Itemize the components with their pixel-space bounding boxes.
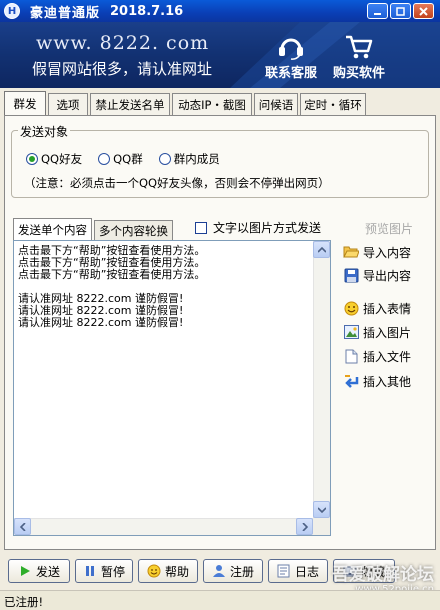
buy-software-label: 购买软件 bbox=[332, 66, 385, 81]
close-button[interactable] bbox=[413, 3, 434, 19]
send-target-group: 发送对象 QQ好友 QQ群 群内成员 （注意：必须点击一个QQ好友头像，否则会不… bbox=[11, 123, 429, 198]
banner: www. 8222. com 假冒网站很多，请认准网址 联系客服 购买软件 bbox=[0, 22, 440, 88]
register-button-label: 注册 bbox=[229, 564, 254, 579]
user-icon bbox=[212, 565, 225, 577]
minimize-icon bbox=[374, 12, 381, 15]
image-mode-label: 文字以图片方式发送 bbox=[213, 221, 322, 235]
pause-icon bbox=[85, 566, 94, 576]
export-content-label: 导出内容 bbox=[363, 268, 412, 283]
log-button-label: 日志 bbox=[294, 564, 319, 579]
send-target-options: QQ好友 QQ群 群内成员 bbox=[26, 151, 236, 167]
chevron-left-icon bbox=[19, 522, 26, 531]
log-button[interactable]: 日志 bbox=[268, 559, 328, 583]
file-icon bbox=[345, 349, 357, 363]
send-target-title: 发送对象 bbox=[18, 123, 71, 140]
insert-emoji-label: 插入表情 bbox=[363, 301, 412, 316]
tab-rotate-content[interactable]: 多个内容轮换 bbox=[94, 220, 173, 240]
cart-icon bbox=[346, 35, 373, 59]
image-mode-checkbox[interactable] bbox=[195, 221, 207, 234]
import-content-button[interactable]: 导入内容 bbox=[343, 242, 411, 262]
image-mode-option[interactable]: 文字以图片方式发送 bbox=[195, 219, 321, 236]
content-tabs: 发送单个内容 多个内容轮换 bbox=[13, 218, 175, 240]
scroll-left-button[interactable] bbox=[14, 518, 31, 535]
scroll-up-button[interactable] bbox=[313, 241, 330, 258]
vertical-scrollbar[interactable] bbox=[313, 241, 330, 518]
preview-image-button[interactable]: 预览图片 bbox=[365, 220, 413, 237]
pause-button-label: 暂停 bbox=[100, 564, 125, 579]
insert-file-button[interactable]: 插入文件 bbox=[343, 346, 411, 366]
register-button[interactable]: 注册 bbox=[203, 559, 263, 583]
radio-qq-groups-label: QQ群 bbox=[113, 152, 143, 166]
chevron-down-icon bbox=[317, 506, 326, 513]
tab-mass-send[interactable]: 群发 bbox=[4, 91, 46, 115]
send-button-label: 发送 bbox=[35, 564, 60, 579]
maximize-icon bbox=[396, 6, 405, 16]
export-content-button[interactable]: 导出内容 bbox=[343, 265, 411, 285]
minimize-button[interactable] bbox=[367, 3, 388, 19]
title-bar: H 豪迪普通版 2018.7.16 bbox=[0, 0, 440, 22]
notice-text: （注意：必须点击一个QQ好友头像，否则会不停弹出网页） bbox=[24, 176, 330, 190]
save-icon bbox=[344, 268, 358, 282]
window-controls bbox=[367, 3, 434, 19]
status-text: 已注册! bbox=[4, 595, 44, 609]
radio-group-members[interactable]: 群内成员 bbox=[158, 151, 220, 167]
chevron-right-icon bbox=[301, 522, 308, 531]
radio-group-members-label: 群内成员 bbox=[173, 152, 220, 166]
tab-single-content[interactable]: 发送单个内容 bbox=[13, 218, 92, 240]
chevron-up-icon bbox=[317, 246, 326, 253]
watermark-text: 吾爱破解论坛 bbox=[332, 565, 434, 585]
folder-open-icon bbox=[343, 246, 359, 258]
import-content-label: 导入内容 bbox=[363, 245, 412, 260]
status-bar: 已注册! bbox=[0, 590, 440, 610]
buy-software-button[interactable]: 购买软件 bbox=[326, 32, 392, 84]
insert-file-label: 插入文件 bbox=[363, 349, 412, 364]
window-version: 2018.7.16 bbox=[110, 3, 184, 19]
picture-icon bbox=[343, 325, 359, 339]
scroll-down-button[interactable] bbox=[313, 501, 330, 518]
radio-qq-groups[interactable]: QQ群 bbox=[98, 151, 143, 167]
tab-schedule[interactable]: 定时・循环 bbox=[300, 93, 366, 115]
smiley-icon bbox=[344, 301, 358, 315]
maximize-button[interactable] bbox=[390, 3, 411, 19]
pause-button[interactable]: 暂停 bbox=[75, 559, 133, 583]
insert-other-button[interactable]: 插入其他 bbox=[343, 371, 411, 391]
insert-other-label: 插入其他 bbox=[363, 374, 412, 389]
banner-url: www. 8222. com bbox=[36, 32, 210, 54]
banner-slogan: 假冒网站很多，请认准网址 bbox=[32, 60, 213, 78]
document-icon bbox=[277, 564, 290, 578]
tab-blacklist[interactable]: 禁止发送名单 bbox=[90, 93, 170, 115]
tab-greeting[interactable]: 问候语 bbox=[254, 93, 298, 115]
horizontal-scrollbar[interactable] bbox=[14, 518, 313, 535]
radio-qq-friends[interactable]: QQ好友 bbox=[26, 151, 82, 167]
tab-options[interactable]: 选项 bbox=[48, 93, 88, 115]
radio-button[interactable] bbox=[158, 153, 171, 165]
close-icon bbox=[419, 6, 428, 16]
help-button[interactable]: 帮助 bbox=[138, 559, 198, 583]
message-editor[interactable]: 点击最下方“帮助”按钮查看使用方法。 点击最下方“帮助”按钮查看使用方法。 点击… bbox=[13, 240, 331, 536]
radio-button-selected[interactable] bbox=[26, 153, 38, 165]
scrollbar-corner bbox=[313, 518, 330, 535]
help-button-label: 帮助 bbox=[164, 564, 189, 579]
message-text[interactable]: 点击最下方“帮助”按钮查看使用方法。 点击最下方“帮助”按钮查看使用方法。 点击… bbox=[18, 245, 310, 329]
radio-button[interactable] bbox=[98, 153, 111, 165]
insert-emoji-button[interactable]: 插入表情 bbox=[343, 298, 411, 318]
send-button[interactable]: 发送 bbox=[8, 559, 70, 583]
tab-dynamic-ip[interactable]: 动态IP・截图 bbox=[172, 93, 252, 115]
headset-icon bbox=[279, 38, 303, 60]
main-tabs: 群发 选项 禁止发送名单 动态IP・截图 问候语 定时・循环 bbox=[4, 91, 368, 115]
arrow-return-icon bbox=[344, 374, 358, 388]
window-title: 豪迪普通版 bbox=[30, 5, 101, 21]
radio-qq-friends-label: QQ好友 bbox=[41, 152, 83, 166]
app-icon: H bbox=[4, 3, 20, 19]
insert-image-label: 插入图片 bbox=[363, 325, 412, 340]
contact-service-label: 联系客服 bbox=[264, 66, 317, 81]
mass-send-panel: 发送对象 QQ好友 QQ群 群内成员 （注意：必须点击一个QQ好友头像，否则会不… bbox=[4, 115, 436, 550]
contact-service-button[interactable]: 联系客服 bbox=[258, 32, 324, 84]
scroll-right-button[interactable] bbox=[296, 518, 313, 535]
insert-image-button[interactable]: 插入图片 bbox=[343, 322, 411, 342]
play-icon bbox=[20, 566, 30, 576]
smiley-icon bbox=[147, 564, 161, 578]
